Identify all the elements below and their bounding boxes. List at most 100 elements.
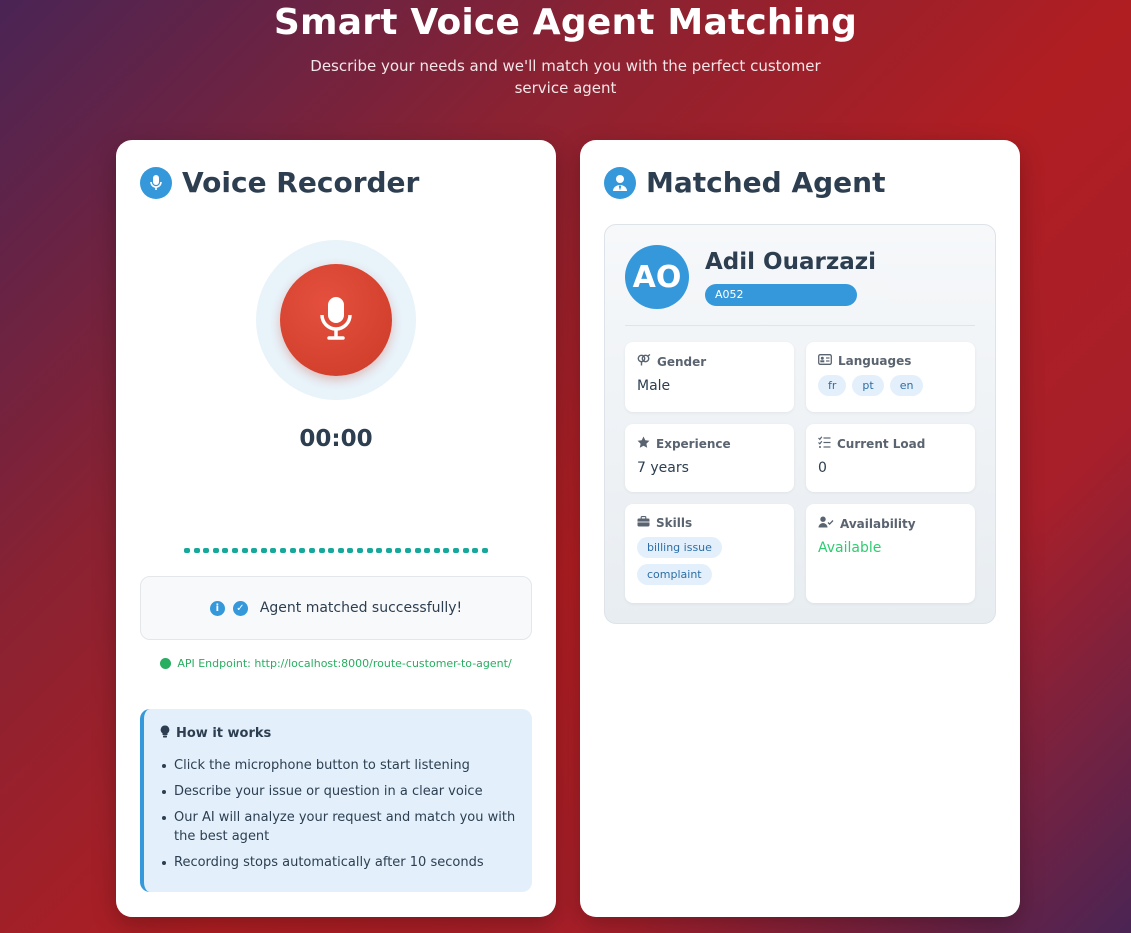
list-item: Recording stops automatically after 10 s… <box>160 853 518 872</box>
avatar: AO <box>625 245 689 309</box>
waveform-bar <box>385 547 392 553</box>
experience-card: Experience 7 years <box>625 424 794 492</box>
waveform-bar <box>366 547 373 553</box>
how-it-works-title: How it works <box>176 726 272 741</box>
waveform-bar <box>280 547 287 553</box>
status-text: Agent matched successfully! <box>259 600 463 616</box>
current-load-card: Current Load 0 <box>806 424 975 492</box>
availability-value: Available <box>818 540 882 556</box>
microphone-icon <box>319 295 353 345</box>
user-check-icon <box>818 516 834 531</box>
waveform-bar <box>328 547 335 553</box>
gender-label-row: Gender <box>637 353 782 369</box>
waveform-bar <box>203 547 210 553</box>
matched-agent-header: Matched Agent <box>604 166 885 199</box>
waveform-bar <box>376 547 383 553</box>
experience-value: 7 years <box>637 460 689 476</box>
availability-label-row: Availability <box>818 516 963 531</box>
language-tags: fr pt en <box>818 375 963 396</box>
waveform-bar <box>299 547 306 553</box>
divider <box>625 325 975 326</box>
recording-timer: 00:00 <box>299 426 373 452</box>
info-icon: i <box>209 600 225 616</box>
waveform-bar <box>433 547 440 553</box>
waveform-bar <box>232 547 239 553</box>
skill-tags: billing issue complaint <box>637 537 782 585</box>
list-item: Our AI will analyze your request and mat… <box>160 808 518 846</box>
gender-value: Male <box>637 378 671 394</box>
agent-id-badge: A052 <box>705 284 857 306</box>
gender-icon <box>637 353 651 369</box>
languages-card: Languages fr pt en <box>806 342 975 412</box>
how-it-works-panel: How it works Click the microphone button… <box>140 709 532 892</box>
agent-name: Adil Ouarzazi <box>705 249 877 275</box>
waveform-bar <box>472 547 479 553</box>
current-load-label: Current Load <box>837 436 926 451</box>
current-load-value: 0 <box>818 460 827 476</box>
waveform-bar <box>212 547 219 553</box>
skill-tag: billing issue <box>637 537 722 558</box>
record-button[interactable] <box>280 264 392 376</box>
waveform-bar <box>337 547 344 553</box>
page-subtitle: Describe your needs and we'll match you … <box>310 57 821 97</box>
waveform-bar <box>222 547 229 553</box>
waveform-bar <box>347 547 354 553</box>
api-endpoint: API Endpoint: http://localhost:8000/rout… <box>116 657 556 670</box>
waveform-bar <box>414 547 421 553</box>
language-tag: pt <box>852 375 884 396</box>
briefcase-icon <box>637 516 650 530</box>
availability-card: Availability Available <box>806 504 975 603</box>
waveform-bar <box>184 547 190 553</box>
languages-label-row: Languages <box>818 354 963 368</box>
waveform-bar <box>462 547 469 553</box>
lightbulb-icon <box>160 725 170 742</box>
star-icon <box>637 436 650 451</box>
availability-label: Availability <box>840 516 916 531</box>
id-card-icon <box>818 354 832 368</box>
list-item: Click the microphone button to start lis… <box>160 756 518 775</box>
waveform-bar <box>270 547 277 553</box>
agent-profile: AO Adil Ouarzazi A052 Gender Male Langua… <box>604 224 996 624</box>
matched-agent-card: Matched Agent AO Adil Ouarzazi A052 Gend… <box>580 140 1020 917</box>
page-title: Smart Voice Agent Matching <box>273 2 858 43</box>
list-check-icon <box>818 436 831 451</box>
waveform-bar <box>395 547 402 553</box>
audio-waveform <box>184 546 488 554</box>
language-tag: fr <box>818 375 847 396</box>
voice-recorder-card: Voice Recorder 00:00 i ✓ Agent matched s… <box>116 140 556 917</box>
waveform-bar <box>289 547 296 553</box>
api-endpoint-text: API Endpoint: http://localhost:8000/rout… <box>177 657 512 670</box>
mic-ring <box>256 240 416 400</box>
skill-tag: complaint <box>637 564 712 585</box>
skills-card: Skills billing issue complaint <box>625 504 794 603</box>
page-header: Smart Voice Agent Matching Describe your… <box>0 0 1131 99</box>
voice-recorder-title: Voice Recorder <box>182 166 420 199</box>
check-circle-icon: ✓ <box>232 600 248 616</box>
skills-label: Skills <box>656 516 693 530</box>
waveform-bar <box>241 547 248 553</box>
status-message: i ✓ Agent matched successfully! <box>140 576 532 640</box>
waveform-bar <box>443 547 450 553</box>
experience-label-row: Experience <box>637 436 782 451</box>
waveform-bar <box>260 547 267 553</box>
waveform-bar <box>356 547 363 553</box>
waveform-bar <box>481 547 488 553</box>
waveform-bar <box>251 547 258 553</box>
waveform-bar <box>318 547 325 553</box>
waveform-bar <box>424 547 431 553</box>
voice-recorder-header: Voice Recorder <box>140 166 419 199</box>
waveform-bar <box>308 547 315 553</box>
microphone-icon <box>140 166 172 199</box>
user-tie-icon <box>604 166 636 199</box>
language-tag: en <box>889 375 924 396</box>
gender-label: Gender <box>657 354 707 369</box>
skills-label-row: Skills <box>637 516 782 530</box>
status-dot-icon <box>160 658 172 669</box>
languages-label: Languages <box>838 354 912 368</box>
waveform-bar <box>405 547 412 553</box>
waveform-bar <box>453 547 460 553</box>
waveform-bar <box>193 547 200 553</box>
list-item: Describe your issue or question in a cle… <box>160 782 518 801</box>
gender-card: Gender Male <box>625 342 794 412</box>
how-it-works-header: How it works <box>160 725 518 742</box>
